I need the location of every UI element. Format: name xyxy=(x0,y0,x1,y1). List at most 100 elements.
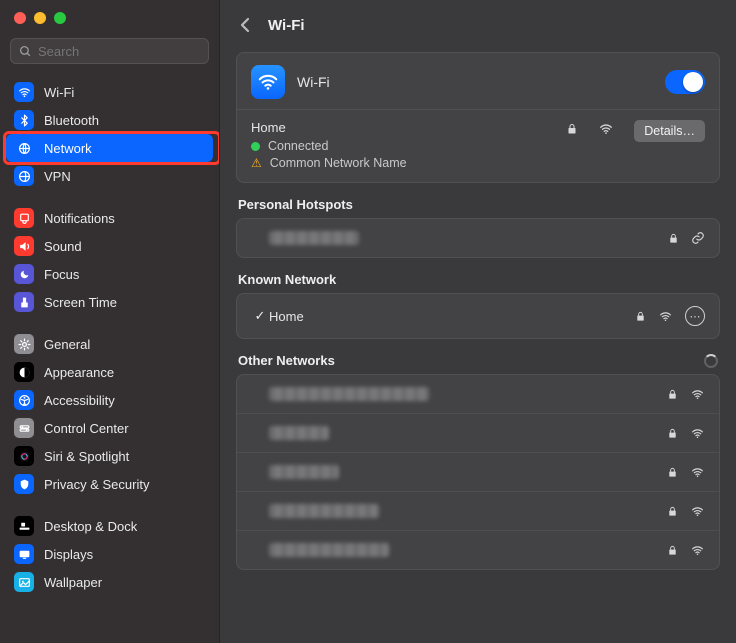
desktop-icon xyxy=(14,516,34,536)
hotspots-list xyxy=(236,218,720,258)
search-field[interactable] xyxy=(10,38,209,64)
wifi-icon xyxy=(14,82,34,102)
network-name-redacted xyxy=(269,426,329,440)
accessibility-icon xyxy=(14,390,34,410)
known-network-list: ✓Home⋯ xyxy=(236,293,720,339)
sidebar-item-appearance[interactable]: Appearance xyxy=(6,358,213,386)
sidebar-item-label: Appearance xyxy=(44,365,114,380)
wallpaper-icon xyxy=(14,572,34,592)
appearance-icon xyxy=(14,362,34,382)
sidebar-item-general[interactable]: General xyxy=(6,330,213,358)
lock-icon xyxy=(667,505,678,518)
sidebar-item-label: Displays xyxy=(44,547,93,562)
lock-icon xyxy=(667,427,678,440)
hotspot-name-redacted xyxy=(269,231,359,245)
sidebar-item-label: Notifications xyxy=(44,211,115,226)
sidebar-item-label: Screen Time xyxy=(44,295,117,310)
network-name-redacted xyxy=(269,387,429,401)
minimize-window-button[interactable] xyxy=(34,12,46,24)
sidebar-item-wallpaper[interactable]: Wallpaper xyxy=(6,568,213,596)
section-hotspots-label: Personal Hotspots xyxy=(238,197,718,212)
sidebar-item-label: Focus xyxy=(44,267,79,282)
other-networks-list xyxy=(236,374,720,570)
sidebar-item-network[interactable]: Network xyxy=(6,134,213,162)
wifi-signal-icon xyxy=(658,310,673,323)
privacy-icon xyxy=(14,474,34,494)
sidebar-item-label: Privacy & Security xyxy=(44,477,149,492)
sidebar-item-accessibility[interactable]: Accessibility xyxy=(6,386,213,414)
network-name-redacted xyxy=(269,465,339,479)
other-network-row[interactable] xyxy=(237,413,719,452)
main-panel: Wi-Fi Wi-Fi Home Connected xyxy=(220,0,736,643)
known-network-row[interactable]: ✓Home⋯ xyxy=(237,294,719,338)
fullscreen-window-button[interactable] xyxy=(54,12,66,24)
sidebar-item-privacy[interactable]: Privacy & Security xyxy=(6,470,213,498)
section-other-label: Other Networks xyxy=(238,353,335,368)
general-icon xyxy=(14,334,34,354)
sidebar-item-displays[interactable]: Displays xyxy=(6,540,213,568)
titlebar: Wi-Fi xyxy=(220,0,736,46)
sidebar-item-notifications[interactable]: Notifications xyxy=(6,204,213,232)
sidebar-item-siri[interactable]: Siri & Spotlight xyxy=(6,442,213,470)
search-icon xyxy=(19,45,32,58)
connection-status: Connected xyxy=(268,139,328,153)
lock-icon xyxy=(668,232,679,245)
lock-icon xyxy=(667,388,678,401)
wifi-signal-icon xyxy=(690,427,705,440)
sidebar-item-controlcenter[interactable]: Control Center xyxy=(6,414,213,442)
wifi-signal-icon xyxy=(690,466,705,479)
sidebar-item-label: Network xyxy=(44,141,92,156)
lock-icon xyxy=(566,122,578,136)
vpn-icon xyxy=(14,166,34,186)
sound-icon xyxy=(14,236,34,256)
sidebar-item-label: General xyxy=(44,337,90,352)
notifications-icon xyxy=(14,208,34,228)
sidebar-item-screentime[interactable]: Screen Time xyxy=(6,288,213,316)
sidebar-item-label: VPN xyxy=(44,169,71,184)
sidebar-item-label: Siri & Spotlight xyxy=(44,449,129,464)
search-input[interactable] xyxy=(38,44,200,59)
other-network-row[interactable] xyxy=(237,491,719,530)
sidebar-item-label: Desktop & Dock xyxy=(44,519,137,534)
sidebar-item-sound[interactable]: Sound xyxy=(6,232,213,260)
wifi-toggle[interactable] xyxy=(665,70,705,94)
warning-icon: ⚠ xyxy=(251,156,262,170)
focus-icon xyxy=(14,264,34,284)
details-button[interactable]: Details… xyxy=(634,120,705,142)
close-window-button[interactable] xyxy=(14,12,26,24)
sidebar-item-desktop[interactable]: Desktop & Dock xyxy=(6,512,213,540)
section-known-label: Known Network xyxy=(238,272,718,287)
check-icon: ✓ xyxy=(251,308,269,324)
wifi-icon xyxy=(251,65,285,99)
back-button[interactable] xyxy=(234,14,256,36)
controlcenter-icon xyxy=(14,418,34,438)
sidebar-item-vpn[interactable]: VPN xyxy=(6,162,213,190)
displays-icon xyxy=(14,544,34,564)
sidebar-item-label: Sound xyxy=(44,239,82,254)
network-icon xyxy=(14,138,34,158)
link-icon xyxy=(691,231,705,245)
sidebar-item-label: Wallpaper xyxy=(44,575,102,590)
window-controls xyxy=(0,0,219,34)
more-options-button[interactable]: ⋯ xyxy=(685,306,705,326)
sidebar-item-focus[interactable]: Focus xyxy=(6,260,213,288)
screentime-icon xyxy=(14,292,34,312)
network-name-redacted xyxy=(269,543,389,557)
current-network-name: Home xyxy=(251,120,554,135)
sidebar-item-label: Control Center xyxy=(44,421,129,436)
wifi-signal-icon xyxy=(690,505,705,518)
other-network-row[interactable] xyxy=(237,530,719,569)
hotspot-row[interactable] xyxy=(237,219,719,257)
status-dot-icon xyxy=(251,142,260,151)
sidebar-item-label: Wi-Fi xyxy=(44,85,74,100)
network-name-redacted xyxy=(269,504,379,518)
siri-icon xyxy=(14,446,34,466)
sidebar-item-bluetooth[interactable]: Bluetooth xyxy=(6,106,213,134)
warning-text: Common Network Name xyxy=(270,156,407,170)
wifi-card: Wi-Fi Home Connected ⚠ Common Network Na… xyxy=(236,52,720,183)
other-network-row[interactable] xyxy=(237,375,719,413)
other-network-row[interactable] xyxy=(237,452,719,491)
sidebar-item-wifi[interactable]: Wi-Fi xyxy=(6,78,213,106)
sidebar-item-label: Bluetooth xyxy=(44,113,99,128)
lock-icon xyxy=(667,466,678,479)
